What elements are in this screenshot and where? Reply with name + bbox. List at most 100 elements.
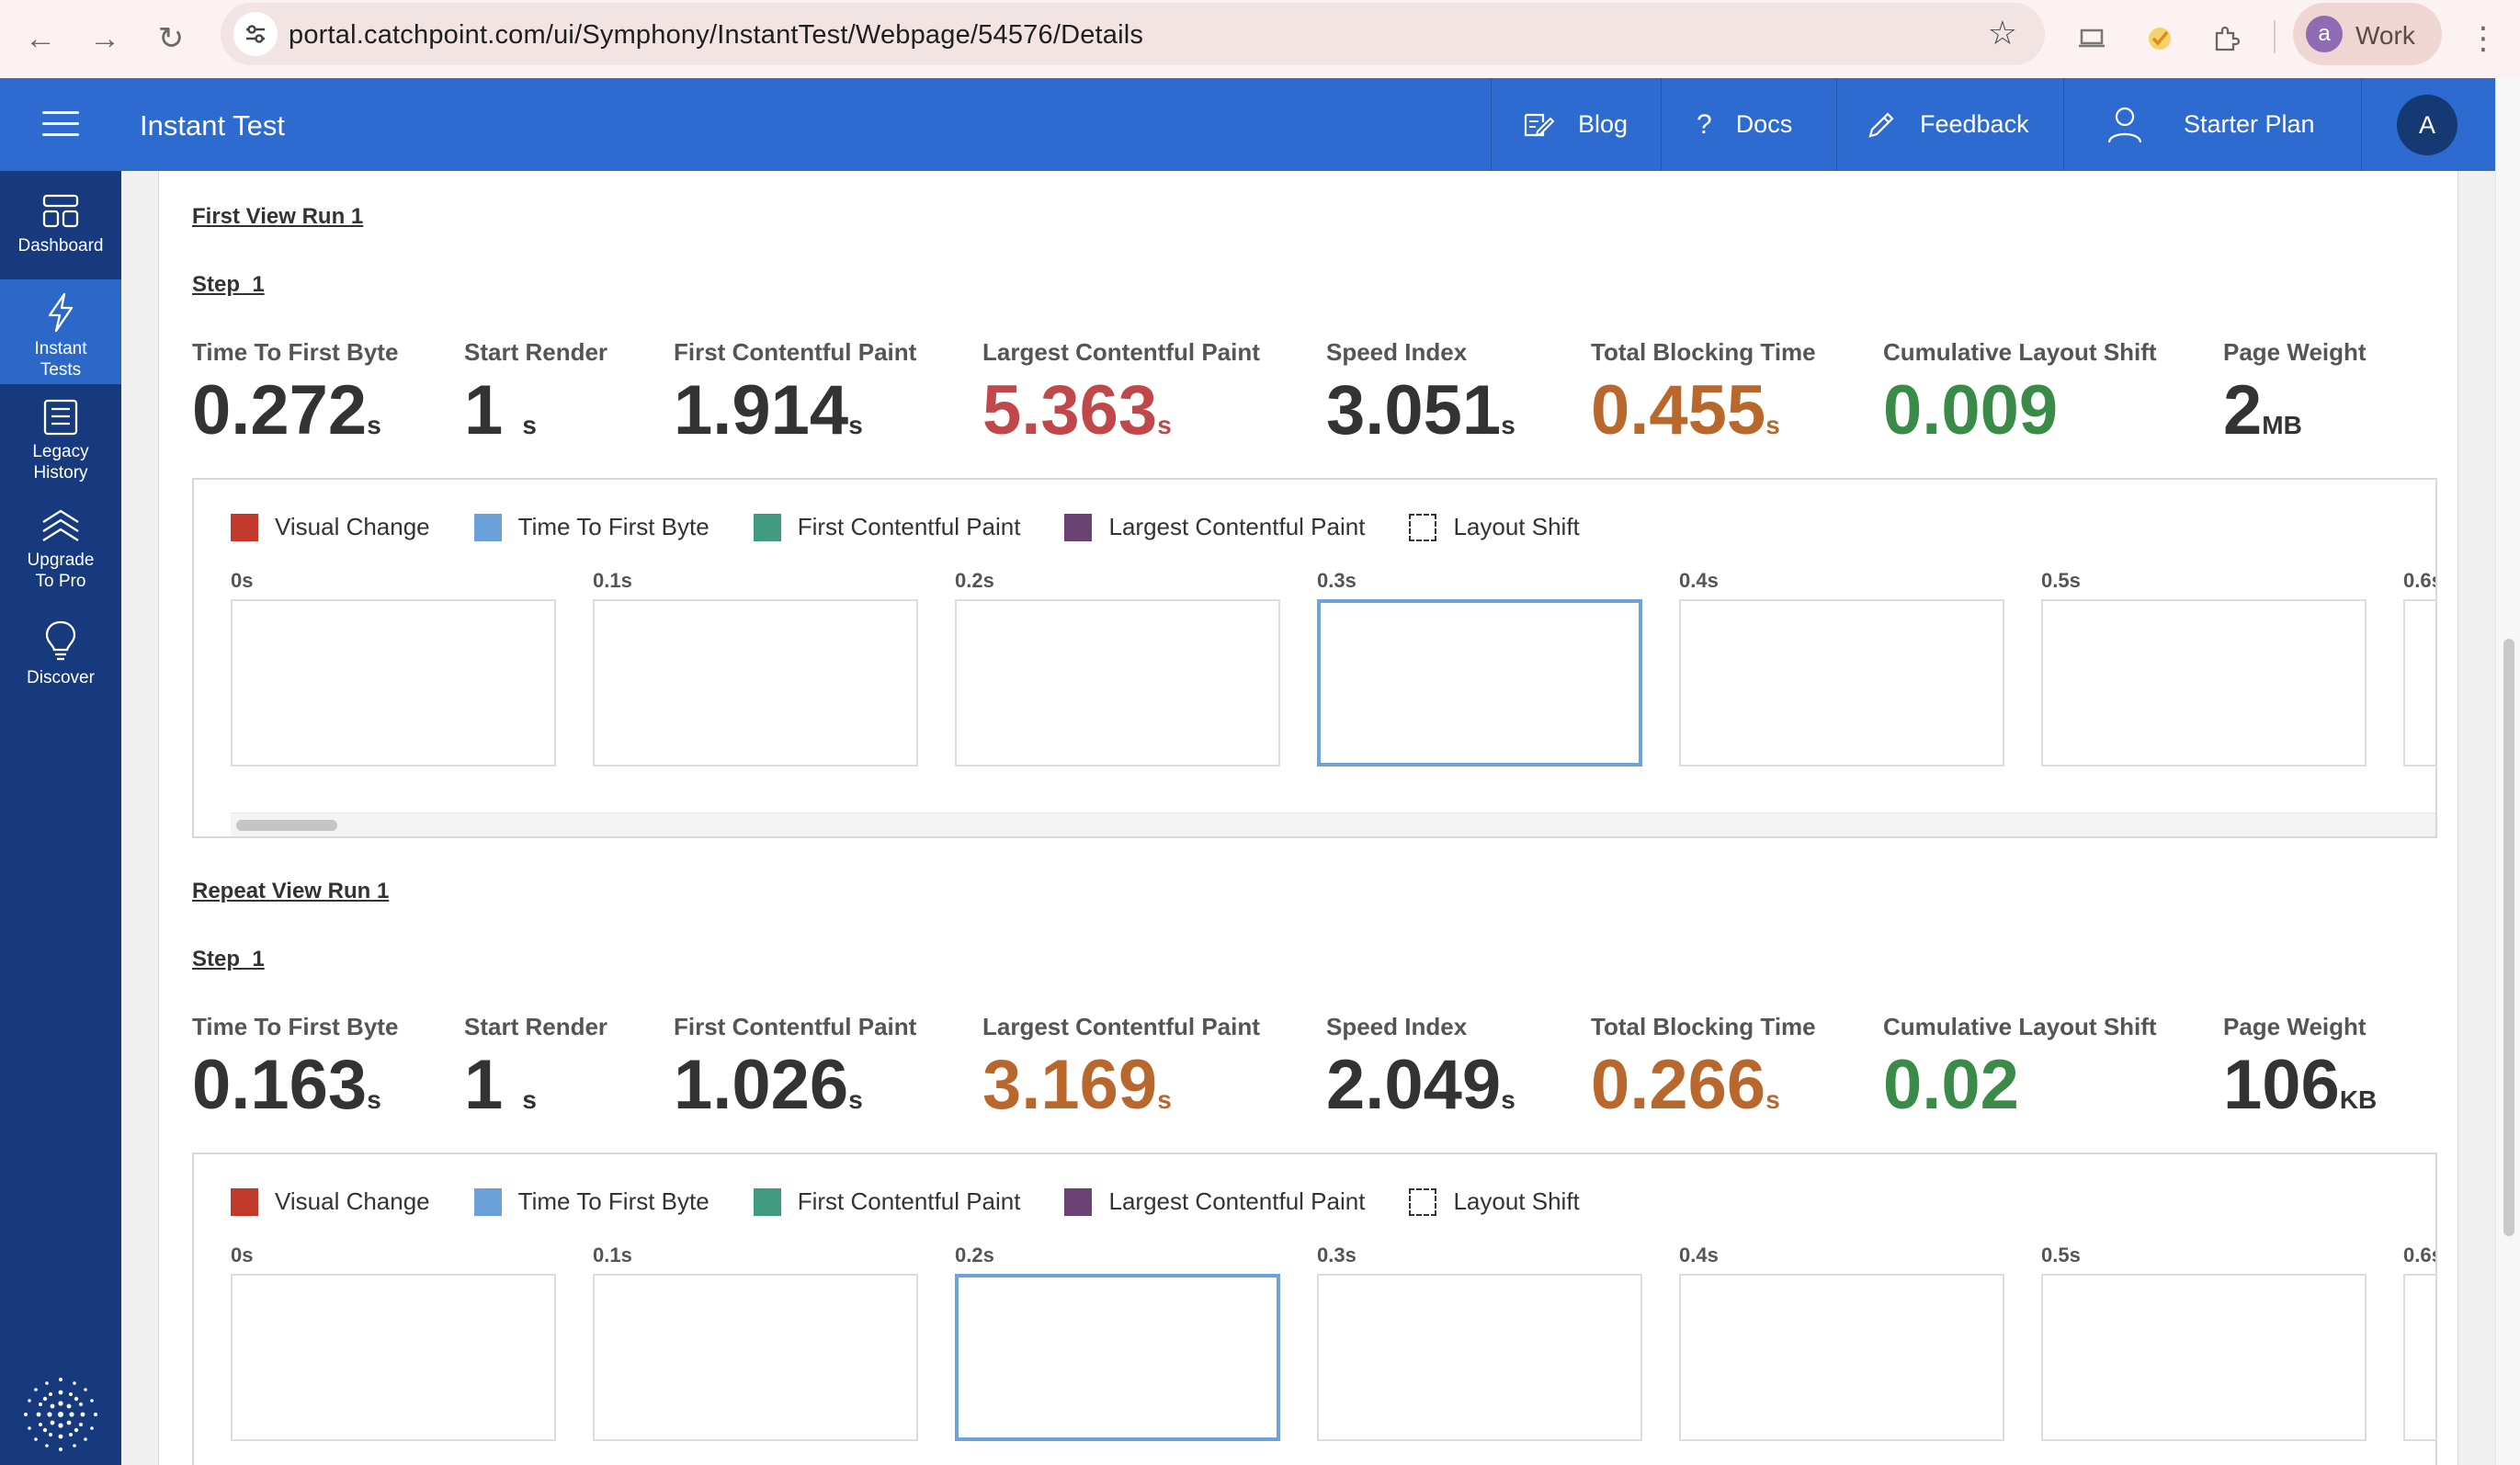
filmstrip-frame[interactable] [593, 599, 918, 767]
blog-icon [1523, 111, 1554, 139]
fv-metric-lcp: Largest Contentful Paint 5.363s [982, 338, 1260, 464]
feedback-label: Feedback [1920, 110, 2029, 138]
filmstrip-frame[interactable] [2041, 1274, 2367, 1441]
first-view-step-link[interactable]: Step_1 [192, 272, 265, 298]
filmstrip-frame[interactable] [2403, 1274, 2435, 1441]
metric-value: 1.026s [674, 1046, 863, 1124]
sidebar-item-upgrade[interactable]: Upgrade To Pro [0, 507, 121, 597]
legend-swatch [1409, 1187, 1437, 1216]
filmstrip-frame-selected[interactable] [955, 1274, 1280, 1441]
filmstrip-frame[interactable] [1317, 1274, 1642, 1441]
legend-lcp: Largest Contentful Paint [1064, 1187, 1365, 1216]
fv-metric-fcp: First Contentful Paint 1.914s [674, 338, 916, 464]
plan-link[interactable]: Starter Plan [2063, 78, 2361, 171]
metric-label: Cumulative Layout Shift [1883, 338, 2157, 366]
legend-layout-shift: Layout Shift [1409, 1187, 1580, 1216]
rv-metric-speed-index: Speed Index 2.049s [1326, 1013, 1515, 1139]
blog-link[interactable]: Blog [1491, 78, 1661, 171]
filmstrip-frame[interactable] [231, 599, 556, 767]
legend-fcp: First Contentful Paint [753, 513, 1020, 541]
filmstrip-frame[interactable] [1679, 599, 2004, 767]
sidebar-label: Dashboard [17, 236, 104, 256]
metric-value: 3.169s [982, 1046, 1172, 1124]
first-view-run-link[interactable]: First View Run 1 [192, 204, 363, 230]
legend-visual-change: Visual Change [231, 1187, 430, 1216]
repeat-view-filmstrip: Visual Change Time To First Byte First C… [192, 1153, 2437, 1465]
page-scrollbar[interactable] [2495, 78, 2520, 1465]
metric-label: Speed Index [1326, 1013, 1468, 1040]
filmstrip-frame[interactable] [1679, 1274, 2004, 1441]
profile-avatar: a [2306, 16, 2343, 52]
legend-swatch [753, 513, 781, 541]
sidebar-item-discover[interactable]: Discover [0, 619, 121, 693]
sidebar: Dashboard Instant Tests Legacy History U… [0, 171, 121, 1465]
timeline-tick: 0.6s [2403, 569, 2435, 592]
sidebar-label: Instant Tests [34, 339, 87, 380]
metric-value: 1 s [464, 371, 537, 449]
metric-value: 0.009 [1883, 371, 2059, 449]
metric-label: Page Weight [2223, 1013, 2367, 1040]
site-settings-icon[interactable] [233, 12, 278, 56]
extension-check-icon[interactable] [2138, 17, 2182, 61]
lightning-icon [0, 292, 121, 333]
legend-visual-change: Visual Change [231, 513, 430, 541]
rv-metric-fcp: First Contentful Paint 1.026s [674, 1013, 916, 1139]
forward-arrow-icon[interactable]: → [77, 11, 132, 66]
metric-label: Start Render [464, 1013, 608, 1040]
repeat-view-step-link[interactable]: Step_1 [192, 947, 265, 972]
url-text[interactable]: portal.catchpoint.com/ui/Symphony/Instan… [289, 20, 1143, 51]
legend-swatch [1064, 1187, 1093, 1216]
timeline-tick: 0.1s [593, 1244, 632, 1266]
scrollbar-thumb[interactable] [2503, 639, 2514, 1236]
bookmark-star-icon[interactable]: ☆ [1988, 14, 2017, 52]
legend-layout-shift: Layout Shift [1409, 513, 1580, 541]
legend-swatch [473, 513, 502, 541]
scrollbar-thumb[interactable] [236, 820, 337, 831]
main-content: First View Run 1 Step_1 Time To First By… [121, 171, 2495, 1465]
fv-metric-speed-index: Speed Index 3.051s [1326, 338, 1515, 464]
back-arrow-icon[interactable]: ← [13, 11, 68, 66]
docs-label: Docs [1735, 110, 1793, 138]
legend-swatch [753, 1187, 781, 1216]
timeline-tick: 0.2s [955, 1244, 994, 1266]
sidebar-label: Discover [27, 668, 95, 687]
hamburger-menu-icon[interactable] [42, 111, 79, 137]
timeline-tick: 0.2s [955, 569, 994, 592]
filmstrip-frame[interactable] [593, 1274, 918, 1441]
metric-value: 2MB [2223, 371, 2302, 449]
metric-value: 1 s [464, 1046, 537, 1124]
legend-ttfb: Time To First Byte [473, 1187, 709, 1216]
rv-metric-lcp: Largest Contentful Paint 3.169s [982, 1013, 1260, 1139]
list-icon [0, 399, 121, 436]
cast-icon[interactable] [2070, 17, 2114, 61]
filmstrip-frame[interactable] [2403, 599, 2435, 767]
filmstrip-frame[interactable] [955, 599, 1280, 767]
metric-value: 1.914s [674, 371, 863, 449]
address-bar[interactable]: portal.catchpoint.com/ui/Symphony/Instan… [221, 3, 2045, 65]
sidebar-item-dashboard[interactable]: Dashboard [0, 193, 121, 278]
user-avatar[interactable]: A [2397, 95, 2458, 155]
metric-label: Start Render [464, 338, 608, 366]
legend-ttfb: Time To First Byte [473, 513, 709, 541]
filmstrip-frame[interactable] [231, 1274, 556, 1441]
sidebar-item-legacy-history[interactable]: Legacy History [0, 399, 121, 483]
browser-menu-icon[interactable]: ⋮ [2465, 11, 2502, 66]
rv-metric-tbt: Total Blocking Time 0.266s [1591, 1013, 1816, 1139]
filmstrip-scrollbar[interactable] [231, 812, 2435, 836]
repeat-view-run-link[interactable]: Repeat View Run 1 [192, 879, 389, 904]
metric-label: Total Blocking Time [1591, 338, 1816, 366]
profile-chip[interactable]: a Work [2293, 3, 2442, 65]
docs-link[interactable]: ? Docs [1661, 78, 1836, 171]
filmstrip-frame[interactable] [2041, 599, 2367, 767]
extensions-puzzle-icon[interactable] [2204, 17, 2248, 61]
metric-label: Cumulative Layout Shift [1883, 1013, 2157, 1040]
timeline-tick: 0s [231, 1244, 254, 1266]
sidebar-item-instant-tests[interactable]: Instant Tests [0, 279, 121, 384]
catchpoint-logo-icon [24, 1378, 97, 1451]
legend-swatch [231, 513, 258, 541]
app-header: Instant Test Blog ? Docs Feedback Starte… [0, 78, 2495, 171]
rv-metric-page-weight: Page Weight 106KB [2223, 1013, 2377, 1139]
feedback-link[interactable]: Feedback [1836, 78, 2063, 171]
filmstrip-frame-selected[interactable] [1317, 599, 1642, 767]
reload-icon[interactable]: ↻ [143, 11, 199, 66]
